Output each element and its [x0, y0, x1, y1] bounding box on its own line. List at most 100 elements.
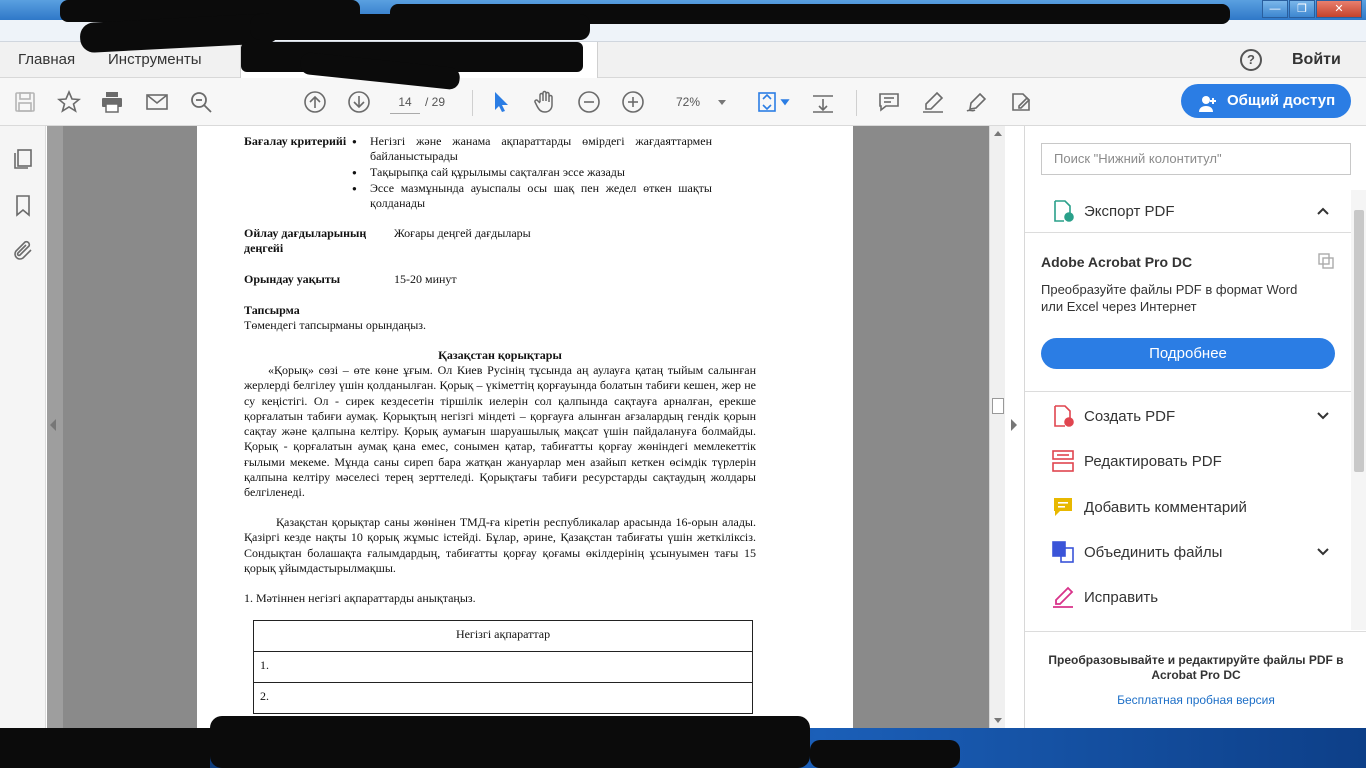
redaction: [250, 14, 590, 40]
page-number-input[interactable]: 14: [390, 90, 420, 114]
scroll-up-icon[interactable]: [994, 131, 1002, 136]
comment-icon[interactable]: [877, 90, 901, 114]
table-cell[interactable]: 1.: [253, 651, 753, 683]
criteria-list: Негізгі және жанама ақпараттарды өмірдег…: [352, 134, 712, 212]
table-row: 1.: [253, 651, 753, 683]
page-gutter-right: [853, 126, 989, 728]
info-table: Негізгі ақпараттар 1. 2.: [253, 620, 753, 714]
create-pdf-icon: [1051, 404, 1075, 428]
table-cell[interactable]: 2.: [253, 682, 753, 714]
combine-files-icon: [1051, 540, 1075, 564]
fix-pen-icon: [1051, 585, 1075, 609]
bookmark-star-icon[interactable]: [57, 90, 81, 114]
create-pdf-label: Создать PDF: [1084, 408, 1176, 425]
acrobat-description: Преобразуйте файлы PDF в формат Word или…: [1041, 282, 1298, 314]
edit-pdf-icon: [1051, 449, 1075, 473]
left-nav-panel: [0, 126, 46, 728]
next-page-icon[interactable]: [347, 90, 371, 114]
zoom-select[interactable]: 72%: [664, 90, 734, 114]
tools-scrollbar[interactable]: [1351, 190, 1366, 630]
chevron-up-icon[interactable]: [1315, 203, 1331, 219]
export-pdf-icon: [1051, 199, 1075, 223]
criteria-item: Эссе мазмұнында ауыспалы осы шақ пен жед…: [352, 181, 712, 211]
zoom-out-icon[interactable]: [577, 90, 601, 114]
copy-icon: [1317, 252, 1335, 270]
table-row: Негізгі ақпараттар: [253, 620, 753, 652]
promo-text: Преобразовывайте и редактируйте файлы PD…: [1048, 653, 1344, 682]
fix-label: Исправить: [1084, 589, 1159, 606]
time-value: 15-20 минут: [394, 272, 457, 286]
scrolling-mode-icon[interactable]: [811, 90, 835, 114]
combine-files-label: Объединить файлы: [1084, 544, 1223, 561]
add-comment-label: Добавить комментарий: [1084, 499, 1247, 516]
create-pdf-item[interactable]: Создать PDF: [1025, 394, 1351, 439]
chevron-down-icon[interactable]: [1315, 408, 1331, 424]
search-icon[interactable]: [189, 90, 213, 114]
text-title: Қазақстан қорықтары: [438, 348, 562, 362]
collapse-left-panel-icon[interactable]: [50, 419, 56, 431]
more-button[interactable]: Подробнее: [1041, 338, 1335, 369]
zoom-in-icon[interactable]: [621, 90, 645, 114]
paragraph-2: Қазақстан қорықтар саны жөнінен ТМД-ға к…: [244, 515, 756, 575]
mail-icon[interactable]: [145, 90, 169, 114]
toolbar-divider: [472, 90, 473, 116]
maximize-button[interactable]: ❐: [1289, 0, 1315, 18]
table-row: 2.: [253, 682, 753, 714]
acrobat-title: Adobe Acrobat Pro DC: [1041, 254, 1193, 270]
hand-tool-icon[interactable]: [533, 90, 557, 114]
edit-pdf-item[interactable]: Редактировать PDF: [1025, 439, 1351, 484]
thinking-label: Ойлау дағдыларының деңгейі: [244, 226, 367, 255]
share-label: Общий доступ: [1227, 92, 1336, 109]
print-icon[interactable]: [100, 90, 124, 114]
save-icon[interactable]: [13, 90, 37, 114]
share-button[interactable]: Общий доступ: [1181, 84, 1351, 118]
comment-icon: [1051, 495, 1075, 519]
help-icon[interactable]: ?: [1240, 49, 1262, 71]
tab-home[interactable]: Главная: [0, 42, 93, 78]
add-user-icon: [1199, 92, 1217, 112]
tools-search-input[interactable]: Поиск "Нижний колонтитул": [1041, 143, 1351, 175]
collapse-right-panel-icon[interactable]: [1011, 419, 1017, 431]
bookmark-icon[interactable]: [11, 193, 35, 217]
prev-page-icon[interactable]: [303, 90, 327, 114]
time-label: Орындау уақыты: [244, 272, 341, 286]
document-scrollbar[interactable]: [989, 126, 1005, 728]
scroll-thumb[interactable]: [992, 398, 1004, 414]
redaction: [210, 716, 810, 768]
highlight-pen-icon[interactable]: [921, 90, 945, 114]
sign-in-button[interactable]: Войти: [1292, 42, 1341, 78]
task-label: Тапсырма: [244, 303, 300, 317]
export-pdf-label: Экспорт PDF: [1084, 203, 1175, 220]
redact-tool-icon[interactable]: [1009, 90, 1033, 114]
document-viewport[interactable]: Бағалау критерийі Негізгі және жанама ақ…: [47, 126, 989, 728]
export-pdf-item[interactable]: Экспорт PDF: [1025, 189, 1351, 234]
sign-icon[interactable]: [965, 90, 989, 114]
combine-files-item[interactable]: Объединить файлы: [1025, 530, 1351, 575]
redaction: [0, 728, 210, 768]
question-1: 1. Мәтіннен негізгі ақпараттарды анықтаң…: [244, 591, 476, 605]
edit-pdf-label: Редактировать PDF: [1084, 453, 1222, 470]
tools-scroll-thumb[interactable]: [1354, 210, 1364, 472]
criteria-item: Негізгі және жанама ақпараттарды өмірдег…: [352, 134, 712, 164]
task-text: Төмендегі тапсырманы орындаңыз.: [244, 318, 427, 332]
chevron-down-icon[interactable]: [1315, 544, 1331, 560]
divider: [1025, 232, 1351, 233]
scroll-down-icon[interactable]: [994, 718, 1002, 723]
criteria-item: Тақырыпқа сай құрылымы сақталған эссе жа…: [352, 165, 712, 180]
select-cursor-icon[interactable]: [489, 90, 513, 114]
toolbar: 14 / 29 72% Общий доступ: [0, 78, 1366, 126]
free-trial-link[interactable]: Бесплатная пробная версия: [1041, 693, 1351, 707]
pdf-page: Бағалау критерийі Негізгі және жанама ақ…: [197, 126, 853, 728]
fix-item[interactable]: Исправить: [1025, 575, 1351, 620]
table-header: Негізгі ақпараттар: [253, 620, 753, 652]
zoom-value: 72%: [676, 95, 701, 109]
close-button[interactable]: ✕: [1316, 0, 1362, 18]
fit-page-icon[interactable]: [756, 90, 792, 114]
tools-pane: Поиск "Нижний колонтитул" Экспорт PDF Ad…: [1024, 126, 1366, 728]
add-comment-item[interactable]: Добавить комментарий: [1025, 485, 1351, 530]
thinking-value: Жоғары деңгей дағдылары: [394, 226, 531, 240]
toolbar-divider: [856, 90, 857, 116]
attachment-icon[interactable]: [11, 239, 35, 263]
pages-thumbnail-icon[interactable]: [11, 147, 35, 171]
minimize-button[interactable]: —: [1262, 0, 1288, 18]
